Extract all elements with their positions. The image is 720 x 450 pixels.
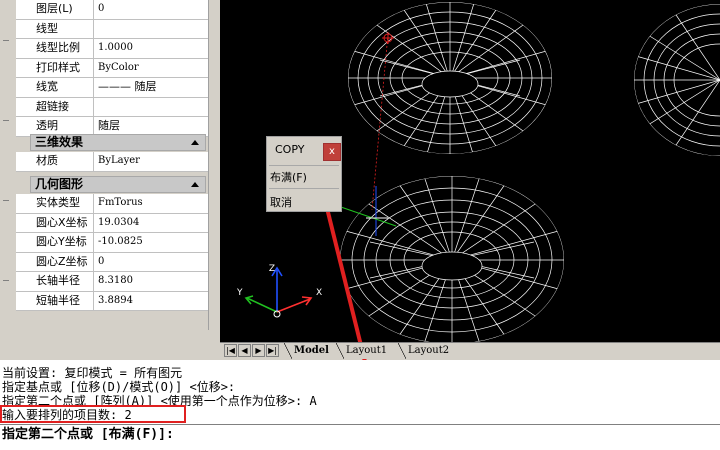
strip-tick bbox=[3, 200, 9, 201]
prop-value[interactable]: FmTorus bbox=[94, 194, 208, 213]
properties-geometry-table: 实体类型 FmTorus 圆心X坐标 19.0304 圆心Y坐标 -10.0825 圆… bbox=[16, 194, 208, 311]
prop-key: 透明 bbox=[16, 117, 94, 136]
prop-row-entity-type[interactable]: 实体类型 FmTorus bbox=[16, 194, 208, 214]
prop-key: 图层(L) bbox=[16, 0, 94, 19]
command-divider bbox=[0, 424, 720, 425]
prop-row-center-y[interactable]: 圆心Y坐标 -10.0825 bbox=[16, 233, 208, 253]
prop-row-linetype-scale[interactable]: 线型比例 1.0000 bbox=[16, 39, 208, 59]
prop-key: 打印样式 bbox=[16, 58, 94, 77]
prop-key: 短轴半径 bbox=[16, 291, 94, 310]
prop-row-center-z[interactable]: 圆心Z坐标 0 bbox=[16, 252, 208, 272]
prop-value[interactable]: 随层 bbox=[94, 117, 208, 136]
prop-value[interactable]: 0 bbox=[94, 0, 208, 19]
prop-row-material[interactable]: 材质 ByLayer bbox=[16, 152, 208, 172]
last-tab-button[interactable]: ▶| bbox=[266, 344, 279, 357]
strip-tick bbox=[3, 40, 9, 41]
prop-key: 圆心Y坐标 bbox=[16, 233, 94, 252]
prop-key: 材质 bbox=[16, 152, 94, 171]
prop-key: 实体类型 bbox=[16, 194, 94, 213]
tab-layout1[interactable]: Layout1 bbox=[336, 343, 391, 359]
command-prompt[interactable]: 指定第二个点或 [布满(F)]: bbox=[2, 428, 174, 442]
prop-value[interactable]: ByColor bbox=[94, 59, 208, 78]
prop-row-layer[interactable]: 图层(L) 0 bbox=[16, 0, 208, 20]
close-button[interactable]: x bbox=[323, 143, 341, 161]
layout-tab-bar: |◀ ◀ ▶ ▶| Model Layout1 Layout2 bbox=[220, 342, 720, 359]
copy-context-menu: COPY x 布满(F) 取消 bbox=[266, 136, 342, 212]
category-title: 三维效果 bbox=[35, 135, 84, 149]
prop-key: 线宽 bbox=[16, 78, 94, 97]
properties-general-table: 图层(L) 0 线型 线型比例 1.0000 打印样式 ByColor 线宽 ——— 随… bbox=[16, 0, 208, 137]
prop-key: 超链接 bbox=[16, 97, 94, 116]
command-history-line: 当前设置: 复印模式 = 所有图元 bbox=[2, 366, 183, 380]
prop-value[interactable]: ——— 随层 bbox=[94, 78, 208, 97]
prop-value[interactable]: 1.0000 bbox=[94, 39, 208, 58]
next-tab-button[interactable]: ▶ bbox=[252, 344, 265, 357]
strip-tick bbox=[3, 280, 9, 281]
category-3d-effects[interactable]: 三维效果 bbox=[30, 134, 206, 151]
collapse-triangle-icon[interactable] bbox=[191, 182, 199, 187]
strip-tick bbox=[3, 120, 9, 121]
first-tab-button[interactable]: |◀ bbox=[224, 344, 237, 357]
rubber-band-line bbox=[371, 33, 389, 211]
torus-wireframe[interactable] bbox=[634, 4, 720, 156]
torus-wireframe[interactable] bbox=[340, 176, 564, 342]
prop-value[interactable]: -10.0825 bbox=[94, 233, 208, 252]
prop-row-plot-style[interactable]: 打印样式 ByColor bbox=[16, 58, 208, 78]
menu-item-cancel[interactable]: 取消 bbox=[270, 194, 292, 210]
prev-tab-button[interactable]: ◀ bbox=[238, 344, 251, 357]
tab-model[interactable]: Model bbox=[284, 343, 333, 359]
command-history-line: 指定基点或 [位移(D)/模式(O)] <位移>: bbox=[2, 380, 236, 394]
ucs-axis-icon bbox=[244, 266, 313, 318]
category-title: 几何图形 bbox=[35, 177, 84, 191]
prop-row-lineweight[interactable]: 线宽 ——— 随层 bbox=[16, 78, 208, 98]
tab-layout2[interactable]: Layout2 bbox=[398, 343, 453, 359]
prop-key: 线型比例 bbox=[16, 39, 94, 58]
prop-key: 线型 bbox=[16, 19, 94, 38]
annotation-highlight-box bbox=[0, 405, 186, 423]
menu-divider bbox=[269, 165, 339, 166]
collapse-triangle-icon[interactable] bbox=[191, 140, 199, 145]
prop-value[interactable]: ByLayer bbox=[94, 152, 208, 171]
cursor-crosshair bbox=[337, 186, 397, 236]
properties-3d-table: 材质 ByLayer bbox=[16, 152, 208, 172]
prop-value[interactable] bbox=[94, 20, 208, 39]
base-point-marker bbox=[382, 32, 394, 44]
prop-key: 长轴半径 bbox=[16, 272, 94, 291]
prop-value[interactable]: 8.3180 bbox=[94, 272, 208, 291]
prop-row-minor-radius[interactable]: 短轴半径 3.8894 bbox=[16, 291, 208, 311]
popup-title: COPY bbox=[275, 143, 305, 156]
prop-value[interactable]: 0 bbox=[94, 253, 208, 272]
ucs-x-label: X bbox=[316, 288, 322, 298]
prop-row-hyperlink[interactable]: 超链接 bbox=[16, 97, 208, 117]
prop-value[interactable] bbox=[94, 98, 208, 117]
torus-wireframe[interactable] bbox=[348, 0, 552, 160]
category-geometry[interactable]: 几何图形 bbox=[30, 176, 206, 193]
prop-row-center-x[interactable]: 圆心X坐标 19.0304 bbox=[16, 213, 208, 233]
ucs-z-label: Z bbox=[269, 264, 275, 274]
menu-divider bbox=[269, 188, 339, 189]
prop-key: 圆心Z坐标 bbox=[16, 252, 94, 271]
properties-scrollbar[interactable] bbox=[208, 0, 219, 330]
menu-item-fit[interactable]: 布满(F) bbox=[270, 169, 307, 185]
prop-row-linetype[interactable]: 线型 bbox=[16, 19, 208, 39]
ucs-y-label: Y bbox=[236, 288, 243, 298]
prop-row-major-radius[interactable]: 长轴半径 8.3180 bbox=[16, 272, 208, 292]
prop-value[interactable]: 3.8894 bbox=[94, 292, 208, 311]
prop-value[interactable]: 19.0304 bbox=[94, 214, 208, 233]
prop-key: 圆心X坐标 bbox=[16, 213, 94, 232]
